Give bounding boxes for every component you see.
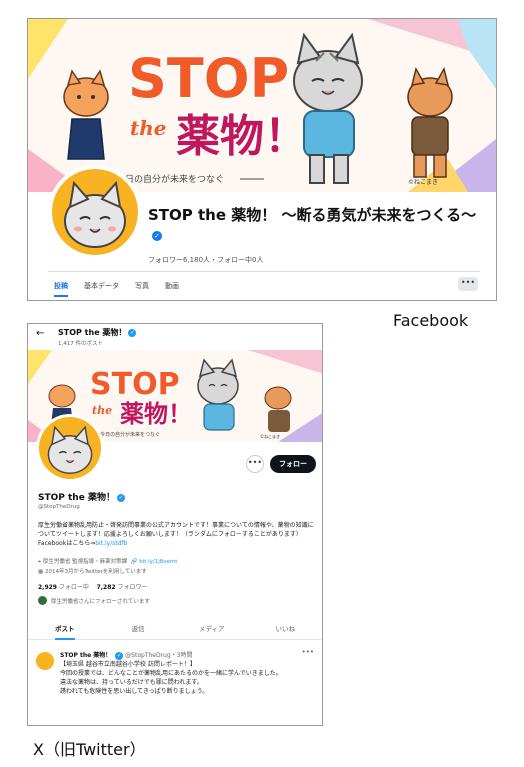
post-header: STOP the 薬物！ ✓ @StopTheDrug・3時間 (60, 651, 193, 660)
profile-meta: ⌖ 厚生労働省 監視指導・麻薬対策課 🔗 bit.ly/1j8vemt (38, 559, 178, 565)
verified-badge-icon: ✓ (128, 328, 137, 337)
follower-count: フォロワー6,180人・フォロー中0人 (148, 256, 264, 264)
followers-link[interactable]: 7,282 フォロワー (97, 584, 148, 591)
bio-link[interactable]: bit.ly/stdfb (95, 540, 127, 547)
profile-name: STOP the 薬物！ ✓ (38, 493, 125, 503)
profile-handle: @StopTheDrug (38, 504, 80, 510)
post-avatar[interactable] (36, 652, 54, 670)
profile-avatar[interactable] (36, 414, 104, 482)
x-profile-panel: ← STOP the 薬物！ ✓ 1,417 件のポスト STOP the 薬物！… (27, 323, 323, 726)
location-icon: ⌖ (38, 559, 42, 565)
svg-text:薬物！: 薬物！ (120, 400, 192, 428)
header-title: STOP the 薬物！ ✓ (58, 328, 137, 337)
svg-text:the: the (92, 404, 112, 417)
cat-avatar-icon (47, 425, 93, 474)
profile-bio: 厚生労働省薬物乱用防止・啓発訪問事業の公式アカウントです！事業についての情報や、… (38, 522, 314, 547)
follow-stats: 2,929 フォロー中 7,282 フォロワー (38, 582, 147, 591)
top-bar: ← STOP the 薬物！ ✓ 1,417 件のポスト (28, 324, 322, 350)
tab-likes[interactable]: いいね (249, 618, 323, 639)
post-text: 【埼玉県 越谷市立南越谷小学校 訪問レポート！】 今回の授業では、どんなことが薬… (60, 661, 282, 695)
svg-text:©ねこまき: ©ねこまき (408, 179, 438, 186)
divider (48, 271, 480, 272)
tab-posts[interactable]: ポスト (28, 618, 102, 640)
post-more-button[interactable]: ••• (302, 648, 314, 656)
page-title: STOP the 薬物！ 〜断る勇気が未来をつくる〜✓ (148, 206, 477, 241)
profile-tabs: 投稿 基本データ 写真 動画 (54, 281, 179, 297)
svg-text:©ねこまき: ©ねこまき (260, 433, 280, 439)
svg-text:STOP: STOP (90, 367, 180, 402)
svg-text:the: the (130, 116, 167, 140)
tab-media[interactable]: メディア (175, 618, 249, 639)
post-item[interactable]: STOP the 薬物！ ✓ @StopTheDrug・3時間 ••• 【埼玉県… (28, 642, 322, 725)
following-link[interactable]: 2,929 フォロー中 (38, 584, 89, 591)
more-options-button[interactable]: ••• (246, 455, 264, 473)
verified-badge-icon: ✓ (152, 230, 162, 241)
link-icon: 🔗 (130, 559, 138, 565)
calendar-icon: ▦ (38, 569, 44, 575)
cat-avatar-icon (64, 180, 126, 248)
verified-badge-icon: ✓ (115, 651, 124, 660)
profile-tabs: ポスト 返信 メディア いいね (28, 618, 322, 640)
tab-photos[interactable]: 写真 (135, 281, 149, 297)
x-caption: X（旧Twitter） (33, 740, 146, 759)
svg-text:今日の自分が未来をつなぐ: 今日の自分が未来をつなぐ (100, 431, 160, 438)
follower-avatar (38, 596, 47, 605)
followed-by: 厚生労働省さんにフォローされています (38, 596, 150, 605)
back-arrow-icon[interactable]: ← (36, 328, 44, 339)
cover-stop-text: STOP (128, 47, 289, 110)
profile-link[interactable]: bit.ly/1j8vemt (139, 559, 177, 565)
facebook-caption: Facebook (393, 311, 469, 330)
tab-posts[interactable]: 投稿 (54, 281, 68, 297)
post-count: 1,417 件のポスト (58, 341, 103, 347)
orange-cat-illustration (63, 69, 109, 160)
tab-about[interactable]: 基本データ (84, 281, 119, 297)
tab-videos[interactable]: 動画 (165, 281, 179, 297)
follow-button[interactable]: フォロー (270, 455, 316, 473)
profile-avatar[interactable] (48, 165, 142, 259)
facebook-page-panel: STOP the 薬物！ 今日の自分が未来をつなぐ ©ねこまき STOP the… (27, 18, 497, 301)
joined-date: ▦ 2014年3月からTwitterを利用しています (38, 569, 147, 575)
verified-badge-icon: ✓ (116, 493, 125, 502)
tab-replies[interactable]: 返信 (102, 618, 176, 639)
svg-text:薬物！: 薬物！ (176, 111, 308, 162)
brown-cat-illustration (407, 67, 453, 178)
more-options-button[interactable]: ••• (458, 277, 478, 291)
